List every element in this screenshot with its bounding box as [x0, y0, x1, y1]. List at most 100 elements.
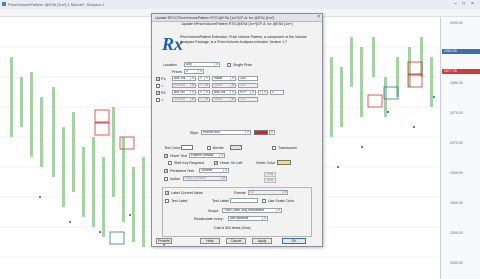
row-p2-value-2[interactable]: 3	[270, 90, 284, 95]
hover-on-left-label: Hover On Left	[220, 161, 243, 165]
row-p2-operator-2[interactable]: * ▾	[258, 90, 268, 95]
row-p2-field-a[interactable]: Bid Vol ▾	[172, 90, 196, 95]
price-bar	[384, 77, 387, 117]
text-color-swatch[interactable]	[181, 145, 193, 150]
hover-text-label: Hover Text	[170, 154, 188, 158]
close-icon[interactable]: ×	[317, 14, 320, 20]
signal-dot	[387, 111, 389, 113]
scope-label: Scope:	[208, 209, 220, 213]
indicator-dialog: Update RFCCPriceVolumePattern RTIC@ES# […	[151, 13, 323, 247]
action-select[interactable]: Play Continue ▾	[183, 176, 227, 181]
indicator-description: PriceVolumePattern Extension: Price Volu…	[180, 35, 307, 44]
signal-dot	[39, 196, 41, 198]
persistent-text-select[interactable]: Volume ▾	[199, 168, 229, 173]
action-checkbox[interactable]	[164, 177, 168, 181]
row-p2-field-b[interactable]: Ask Vol ▾	[212, 90, 236, 95]
price-bar	[330, 57, 333, 137]
signal-dot	[337, 166, 339, 168]
cancel-button[interactable]: Cancel	[226, 238, 246, 244]
single-price-checkbox[interactable]	[227, 63, 231, 67]
presets-button[interactable]: Presets ▾	[156, 238, 172, 247]
dialog-header: Update hPriceVolumePattern RTIC@ES# [1m*…	[181, 22, 293, 26]
scope-select[interactable]: This Chart, Any Instrument ▾	[222, 208, 282, 213]
row-p1-field-b[interactable]: Value ▾	[212, 76, 236, 81]
use-scale-color-checkbox[interactable]	[262, 199, 266, 203]
location-select[interactable]: Any ▾	[184, 62, 220, 67]
row-and2-label: &:	[161, 98, 165, 102]
ok-button[interactable]: OK	[282, 238, 306, 244]
row-p1-operator[interactable]: > ▾	[198, 76, 210, 81]
recalculate-label: Recalculate every:	[194, 217, 224, 221]
row-p1-field-a[interactable]: Ask Vol ▾	[172, 76, 196, 81]
axis-label: 2055.00	[450, 231, 463, 235]
row-and2-field-a[interactable]: Volume ▾	[172, 97, 196, 102]
row-p1-checkbox[interactable]: ✓	[156, 77, 160, 81]
action-edit-button[interactable]: Edit	[264, 178, 276, 183]
text-label-input[interactable]	[230, 198, 258, 203]
action-label: Action	[170, 177, 180, 181]
row-and2-checkbox[interactable]	[156, 98, 160, 102]
dialog-titlebar[interactable]: Update RFCCPriceVolumePattern RTIC@ES# […	[152, 14, 322, 22]
row-p2-operator[interactable]: > ▾	[198, 90, 210, 95]
price-axis[interactable]: 2090.00 2085.00 2080.00 2075.00 2070.00 …	[440, 17, 480, 279]
persistent-text-checkbox[interactable]: ✓	[164, 169, 168, 173]
price-bar	[52, 87, 55, 177]
pattern-box	[94, 122, 110, 136]
row-and1-field-a[interactable]: Volume ▾	[172, 83, 196, 88]
app-icon	[2, 2, 6, 6]
price-bar	[112, 107, 115, 197]
axis-label: 2050.00	[450, 261, 463, 265]
text-label-checkbox[interactable]	[165, 199, 169, 203]
help-button[interactable]: Help	[200, 238, 220, 244]
signal-dot	[129, 214, 131, 216]
row-p1-value[interactable]: 100	[238, 76, 258, 81]
signal-dot	[361, 146, 363, 148]
border-checkbox[interactable]	[207, 146, 211, 150]
location-label: Location	[163, 63, 177, 67]
style-color-swatch[interactable]	[254, 130, 268, 135]
hover-on-left-checkbox[interactable]: ✓	[214, 161, 218, 165]
row-p2-value[interactable]: P2+ ▾	[238, 90, 256, 95]
maximize-icon[interactable]: □	[460, 1, 467, 7]
single-price-label: Single Price	[233, 63, 253, 67]
recalculate-select[interactable]: use defaults ▾	[228, 216, 268, 221]
shift-key-checkbox[interactable]	[168, 161, 172, 165]
axis-label: 2070.00	[450, 141, 463, 145]
hover-color-swatch[interactable]	[277, 160, 291, 165]
format-select[interactable]: ## ▾	[248, 190, 288, 195]
row-p2-checkbox[interactable]: ✓	[156, 91, 160, 95]
row-and2-field-b[interactable]: Value ▾	[212, 97, 236, 102]
use-scale-color-label: Use Scale Color	[268, 199, 294, 203]
row-and1-value[interactable]: 100	[238, 83, 258, 88]
dialog-title: Update RFCCPriceVolumePattern RTIC@ES# […	[155, 15, 275, 20]
close-icon[interactable]: ×	[469, 1, 476, 7]
price-bar	[430, 57, 433, 107]
hover-color-label: Hover Color	[256, 161, 276, 165]
price-bar	[40, 97, 43, 167]
text-color-label: Text Color:	[164, 146, 182, 150]
hover-text-checkbox[interactable]: ✓	[164, 154, 168, 158]
hover-text-select[interactable]: Pattern Details ▾	[189, 153, 225, 158]
translucent-checkbox[interactable]	[272, 146, 276, 150]
minimize-icon[interactable]: –	[452, 1, 459, 7]
price-bar	[408, 47, 411, 87]
style-color-dropdown[interactable]: ▾	[269, 130, 275, 135]
action-play-button[interactable]: Play	[264, 172, 276, 177]
row-and1-checkbox[interactable]	[156, 84, 160, 88]
axis-label: 2090.00	[450, 21, 463, 25]
prices-select[interactable]: 2 ▾	[184, 69, 204, 74]
apply-button[interactable]: Apply	[252, 238, 272, 244]
axis-label: 2065.00	[450, 171, 463, 175]
row-p1-label: P1:	[161, 77, 167, 81]
row-and2-value[interactable]: 100	[238, 97, 258, 102]
row-and2-operator[interactable]: > ▾	[198, 97, 210, 102]
price-bar	[62, 127, 65, 207]
label-current-value-checkbox[interactable]: ✓	[165, 191, 169, 195]
row-and1-field-b[interactable]: Value ▾	[212, 83, 236, 88]
price-tag: 2077.25	[442, 69, 480, 74]
border-color-swatch[interactable]	[230, 145, 242, 150]
price-bar	[102, 157, 105, 237]
style-select[interactable]: Hollow Box ▾	[201, 130, 251, 135]
price-bar	[92, 137, 95, 227]
row-and1-operator[interactable]: > ▾	[198, 83, 210, 88]
